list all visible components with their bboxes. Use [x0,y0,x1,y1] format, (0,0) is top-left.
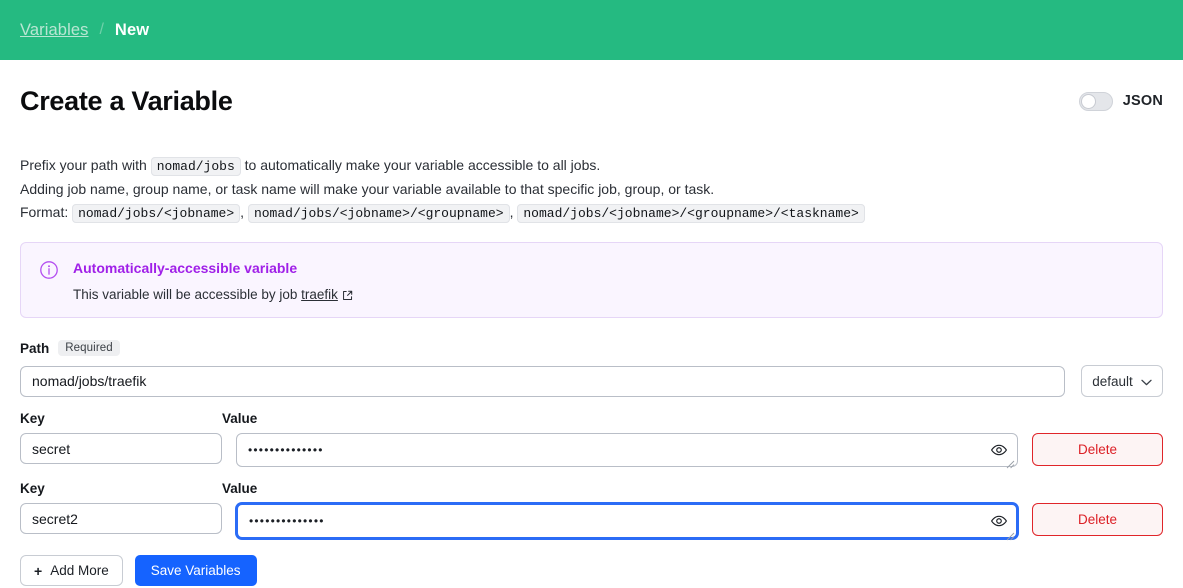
plus-icon: + [34,562,43,579]
path-field-block: Path Required default [20,340,1163,397]
breadcrumb-bar: Variables / New [0,0,1183,60]
intro-line1-prefix: Prefix your path with [20,157,147,173]
alert-job-link[interactable]: traefik [301,287,338,302]
path-input[interactable] [20,365,1065,397]
json-toggle-group[interactable]: JSON [1078,91,1163,111]
breadcrumb-item-new: New [114,20,150,39]
table-row: •••••••••••••• Delete [20,433,1163,469]
format-label: Format: [20,204,69,220]
page-title-row: Create a Variable JSON [20,70,1163,132]
json-toggle-switch[interactable] [1078,91,1113,111]
intro-text: Prefix your path with nomad/jobs to auto… [20,154,1163,225]
alert-title: Automatically-accessible variable [73,260,298,276]
path-required-badge: Required [58,340,120,356]
kv-labels-row-1: Key Value [20,411,1163,426]
add-more-label: Add More [50,563,109,578]
form-actions: + Add More Save Variables [20,555,1163,586]
path-label-row: Path Required [20,340,1163,356]
page-content: Create a Variable JSON Prefix your path … [0,70,1183,586]
external-link-icon [342,288,353,306]
alert-body-prefix: This variable will be accessible by job [73,287,298,302]
intro-line-3: Format: nomad/jobs/<jobname>, nomad/jobs… [20,201,1163,225]
format-comma-1: , [240,204,245,220]
code-nomad-jobs: nomad/jobs [150,157,241,176]
chevron-down-icon [1141,374,1152,389]
alert-text-block: Automatically-accessible variable This v… [73,259,353,302]
path-label: Path [20,340,50,356]
table-row: •••••••••••••• Delete [20,503,1163,541]
key-label-1: Key [20,411,45,426]
page-title: Create a Variable [20,85,233,116]
auto-accessible-alert: Automatically-accessible variable This v… [20,242,1163,318]
value-label-2: Value [222,481,258,496]
format-comma-2: , [509,204,514,220]
namespace-select[interactable]: default [1081,365,1163,397]
intro-line-2: Adding job name, group name, or task nam… [20,181,715,197]
key-label-2: Key [20,481,45,496]
add-more-button[interactable]: + Add More [20,555,123,586]
breadcrumb-separator: / [99,21,104,38]
code-format-groupname: nomad/jobs/<jobname>/<groupname> [247,204,510,223]
json-toggle-label: JSON [1122,93,1163,109]
value-input-1[interactable]: •••••••••••••• [236,433,1018,467]
code-format-jobname: nomad/jobs/<jobname> [72,204,241,223]
toggle-knob [1080,93,1096,109]
namespace-selected-value: default [1092,373,1133,389]
delete-button-1[interactable]: Delete [1032,433,1163,466]
code-format-taskname: nomad/jobs/<jobname>/<groupname>/<taskna… [517,204,865,223]
key-input-2[interactable] [20,503,222,534]
key-input-1[interactable] [20,433,222,464]
value-input-2[interactable]: •••••••••••••• [236,503,1018,539]
value-label-1: Value [222,411,258,426]
value-field-wrapper-1: •••••••••••••• [236,433,1018,469]
delete-button-2[interactable]: Delete [1032,503,1163,536]
path-input-row: default [20,365,1163,397]
breadcrumb-item-variables[interactable]: Variables [20,21,88,40]
key-value-rows: Key Value •••••••••••••• Delete [20,411,1163,541]
eye-icon[interactable] [990,441,1008,459]
intro-line-1: Prefix your path with nomad/jobs to auto… [20,154,1163,178]
intro-line1-suffix: to automatically make your variable acce… [244,157,601,173]
save-variables-button[interactable]: Save Variables [134,555,257,586]
info-circle-icon [39,260,59,280]
kv-labels-row-2: Key Value [20,481,1163,496]
eye-icon[interactable] [990,512,1008,530]
alert-body: This variable will be accessible by job … [73,286,353,306]
value-field-wrapper-2: •••••••••••••• [236,503,1018,541]
